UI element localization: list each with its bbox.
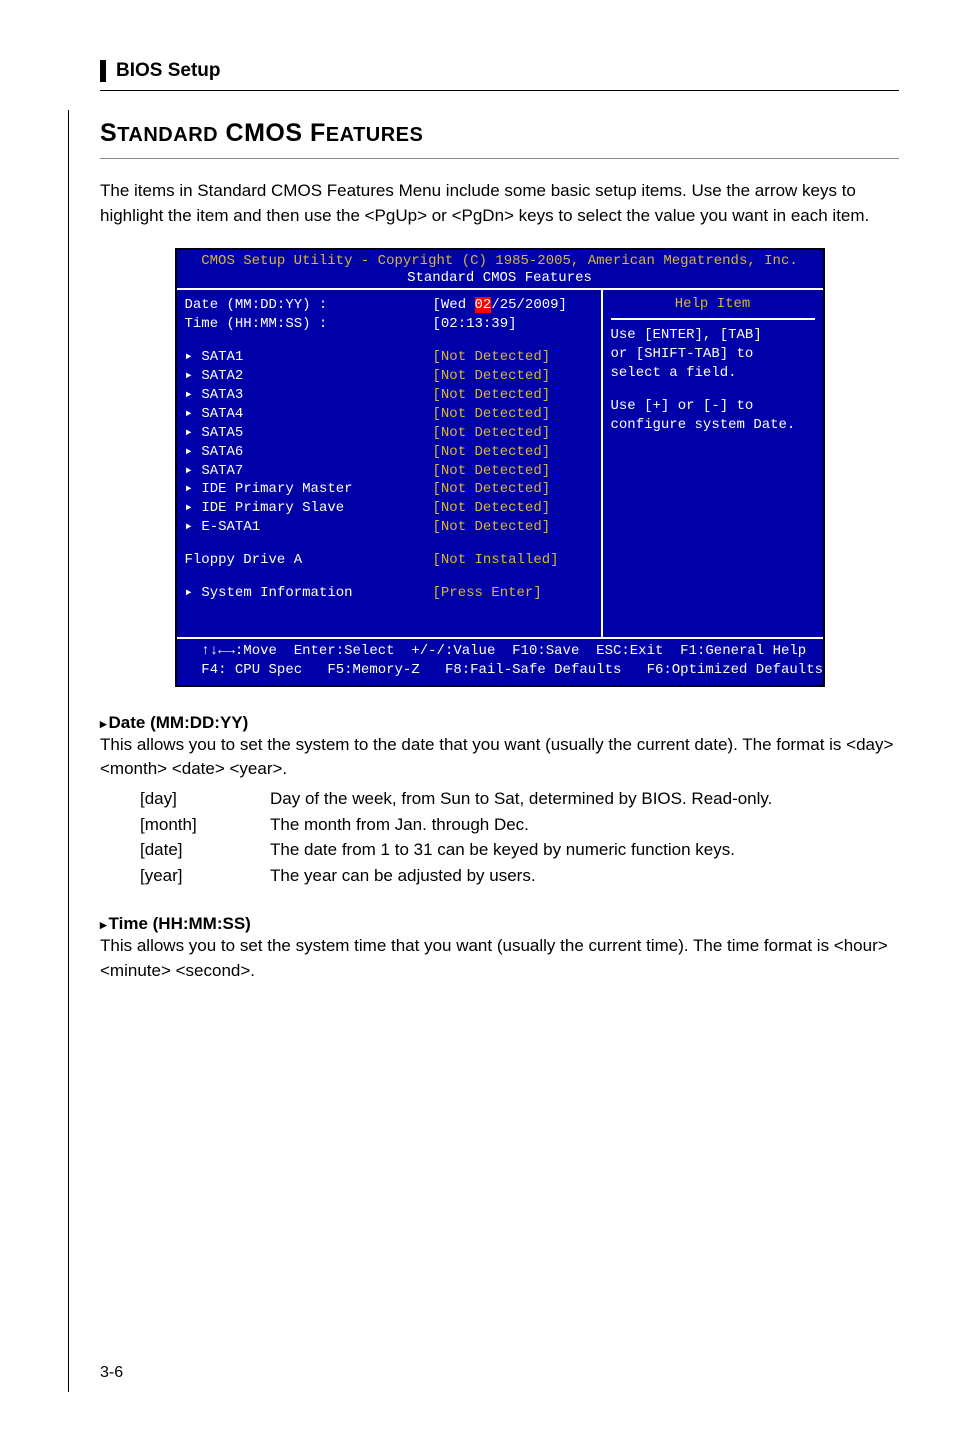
v: [Not Installed]	[433, 551, 593, 570]
l: ▸ SATA2	[185, 367, 433, 386]
bios-date-row[interactable]: Date (MM:DD:YY) : [Wed 02/25/2009]	[185, 296, 593, 315]
date-suffix: /25/2009]	[491, 297, 567, 313]
header-bar-icon	[100, 60, 106, 82]
caret-icon: ▸	[100, 917, 107, 932]
bios-floppy[interactable]: Floppy Drive A[Not Installed]	[185, 551, 593, 570]
page-number: 3-6	[100, 1364, 123, 1382]
l: ▸ IDE Primary Slave	[185, 499, 433, 518]
bios-topline: CMOS Setup Utility - Copyright (C) 1985-…	[177, 250, 823, 270]
bios-subline: Standard CMOS Features	[177, 270, 823, 288]
bios-left-panel: Date (MM:DD:YY) : [Wed 02/25/2009] Time …	[177, 290, 603, 636]
t: [day]	[140, 786, 270, 812]
def-year: [year]The year can be adjusted by users.	[140, 863, 899, 889]
help-line: or [SHIFT-TAB] to	[611, 345, 815, 364]
d: Day of the week, from Sun to Sat, determ…	[270, 786, 899, 812]
spacer	[185, 334, 593, 348]
spacer	[185, 537, 593, 551]
date-section-head: ▸Date (MM:DD:YY)	[100, 713, 899, 733]
bios-time-value: [02:13:39]	[433, 315, 593, 334]
v: [Not Detected]	[433, 348, 593, 367]
bios-sata2[interactable]: ▸ SATA2[Not Detected]	[185, 367, 593, 386]
t: [date]	[140, 837, 270, 863]
bios-body: Date (MM:DD:YY) : [Wed 02/25/2009] Time …	[177, 288, 823, 638]
l: ▸ IDE Primary Master	[185, 480, 433, 499]
bios-help-panel: Help Item Use [ENTER], [TAB] or [SHIFT-T…	[603, 290, 823, 636]
bios-sysinfo[interactable]: ▸ System Information[Press Enter]	[185, 584, 593, 603]
bios-esata1[interactable]: ▸ E-SATA1[Not Detected]	[185, 518, 593, 537]
spacer	[185, 603, 593, 631]
left-margin-line	[68, 110, 69, 1392]
v: [Not Detected]	[433, 405, 593, 424]
bios-help-body: Use [ENTER], [TAB] or [SHIFT-TAB] to sel…	[611, 318, 815, 434]
page-header: BIOS Setup	[100, 60, 899, 91]
time-section-desc: This allows you to set the system time t…	[100, 934, 899, 983]
bios-date-value: [Wed 02/25/2009]	[433, 296, 593, 315]
bios-footer: ↑↓←→:Move Enter:Select +/-/:Value F10:Sa…	[177, 639, 823, 685]
main-title: STANDARD CMOS FEATURES	[100, 119, 899, 159]
date-section-desc: This allows you to set the system to the…	[100, 733, 899, 782]
l: ▸ System Information	[185, 584, 433, 603]
footer-line-2: F4: CPU Spec F5:Memory-Z F8:Fail-Safe De…	[185, 661, 815, 680]
bios-sata4[interactable]: ▸ SATA4[Not Detected]	[185, 405, 593, 424]
def-day: [day]Day of the week, from Sun to Sat, d…	[140, 786, 899, 812]
d: The year can be adjusted by users.	[270, 863, 899, 889]
l: ▸ SATA7	[185, 462, 433, 481]
t: [year]	[140, 863, 270, 889]
def-month: [month]The month from Jan. through Dec.	[140, 812, 899, 838]
date-highlight[interactable]: 02	[475, 297, 492, 313]
t: [month]	[140, 812, 270, 838]
v: [Not Detected]	[433, 386, 593, 405]
help-line: configure system Date.	[611, 416, 815, 435]
v: [Not Detected]	[433, 480, 593, 499]
v: [Not Detected]	[433, 443, 593, 462]
l: ▸ SATA1	[185, 348, 433, 367]
l: ▸ SATA3	[185, 386, 433, 405]
l: Floppy Drive A	[185, 551, 433, 570]
bios-ide-master[interactable]: ▸ IDE Primary Master[Not Detected]	[185, 480, 593, 499]
footer-line-1: ↑↓←→:Move Enter:Select +/-/:Value F10:Sa…	[185, 642, 815, 661]
help-line: select a field.	[611, 364, 815, 383]
l: ▸ SATA5	[185, 424, 433, 443]
time-head-text: Time (HH:MM:SS)	[109, 914, 251, 933]
header-title: BIOS Setup	[116, 60, 221, 82]
date-head-text: Date (MM:DD:YY)	[109, 713, 249, 732]
bios-time-row[interactable]: Time (HH:MM:SS) : [02:13:39]	[185, 315, 593, 334]
v: [Press Enter]	[433, 584, 593, 603]
def-date: [date]The date from 1 to 31 can be keyed…	[140, 837, 899, 863]
l: ▸ SATA4	[185, 405, 433, 424]
bios-date-label: Date (MM:DD:YY) :	[185, 296, 433, 315]
bios-screenshot: CMOS Setup Utility - Copyright (C) 1985-…	[175, 248, 825, 686]
bios-help-title: Help Item	[611, 296, 815, 312]
caret-icon: ▸	[100, 716, 107, 731]
bios-sata7[interactable]: ▸ SATA7[Not Detected]	[185, 462, 593, 481]
bios-time-label: Time (HH:MM:SS) :	[185, 315, 433, 334]
v: [Not Detected]	[433, 518, 593, 537]
bios-sata3[interactable]: ▸ SATA3[Not Detected]	[185, 386, 593, 405]
page-content: BIOS Setup STANDARD CMOS FEATURES The it…	[0, 0, 954, 983]
d: The month from Jan. through Dec.	[270, 812, 899, 838]
bios-sata6[interactable]: ▸ SATA6[Not Detected]	[185, 443, 593, 462]
date-prefix: [Wed	[433, 297, 475, 313]
v: [Not Detected]	[433, 367, 593, 386]
bios-sata5[interactable]: ▸ SATA5[Not Detected]	[185, 424, 593, 443]
l: ▸ SATA6	[185, 443, 433, 462]
spacer	[185, 570, 593, 584]
d: The date from 1 to 31 can be keyed by nu…	[270, 837, 899, 863]
v: [Not Detected]	[433, 424, 593, 443]
v: [Not Detected]	[433, 499, 593, 518]
v: [Not Detected]	[433, 462, 593, 481]
intro-paragraph: The items in Standard CMOS Features Menu…	[100, 179, 899, 228]
bios-sata1[interactable]: ▸ SATA1[Not Detected]	[185, 348, 593, 367]
help-line: Use [+] or [-] to	[611, 397, 815, 416]
time-section-head: ▸Time (HH:MM:SS)	[100, 914, 899, 934]
date-definitions: [day]Day of the week, from Sun to Sat, d…	[140, 786, 899, 888]
spacer	[611, 383, 815, 397]
bios-ide-slave[interactable]: ▸ IDE Primary Slave[Not Detected]	[185, 499, 593, 518]
l: ▸ E-SATA1	[185, 518, 433, 537]
help-line: Use [ENTER], [TAB]	[611, 326, 815, 345]
